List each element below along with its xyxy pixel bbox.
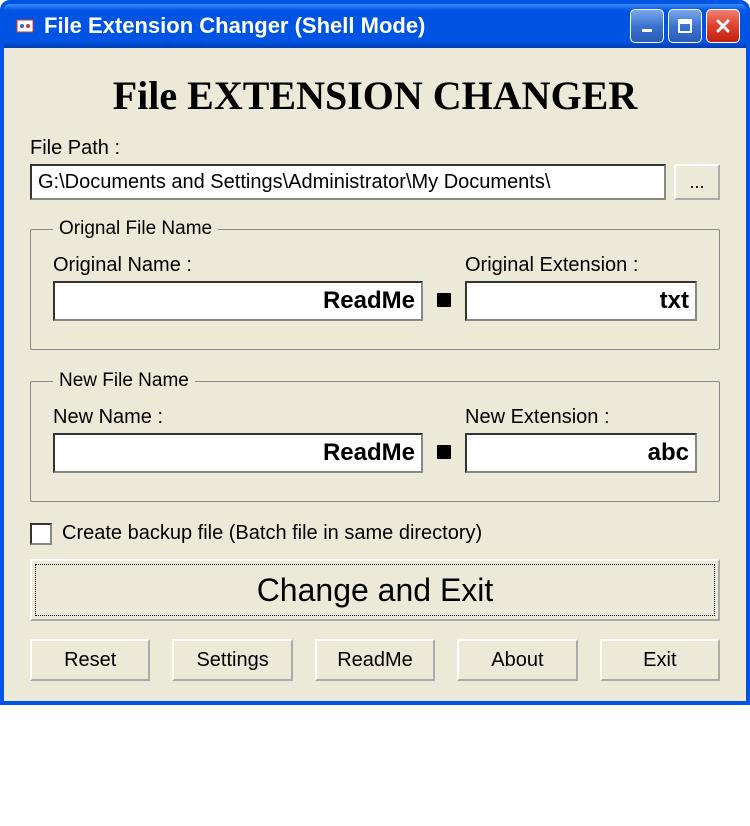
original-legend: Orignal File Name: [53, 218, 218, 240]
new-ext-label: New Extension :: [465, 406, 697, 429]
file-path-label: File Path :: [30, 137, 720, 160]
client-area: File EXTENSION CHANGER File Path : ... O…: [4, 48, 746, 701]
file-path-row: ...: [30, 164, 720, 200]
backup-row: Create backup file (Batch file in same d…: [30, 522, 720, 545]
backup-checkbox[interactable]: [30, 523, 52, 545]
change-and-exit-button[interactable]: Change and Exit: [30, 559, 720, 621]
settings-button[interactable]: Settings: [172, 639, 292, 681]
dot-separator-icon: [437, 293, 451, 307]
new-name-label: New Name :: [53, 406, 423, 429]
reset-button[interactable]: Reset: [30, 639, 150, 681]
bottom-button-row: Reset Settings ReadMe About Exit: [30, 639, 720, 681]
exit-button[interactable]: Exit: [600, 639, 720, 681]
close-button[interactable]: [706, 9, 740, 43]
titlebar: File Extension Changer (Shell Mode): [4, 4, 746, 48]
original-name-label: Original Name :: [53, 254, 423, 277]
new-ext-input[interactable]: [465, 433, 697, 473]
window-title: File Extension Changer (Shell Mode): [44, 13, 630, 39]
new-name-input[interactable]: [53, 433, 423, 473]
new-file-group: New File Name New Name : New Extension :: [30, 370, 720, 502]
dot-separator-icon: [437, 445, 451, 459]
readme-button[interactable]: ReadMe: [315, 639, 435, 681]
about-button[interactable]: About: [457, 639, 577, 681]
new-legend: New File Name: [53, 370, 195, 392]
window-controls: [630, 9, 740, 43]
app-icon: [14, 15, 36, 37]
minimize-button[interactable]: [630, 9, 664, 43]
original-name-input[interactable]: [53, 281, 423, 321]
backup-label: Create backup file (Batch file in same d…: [62, 522, 482, 545]
maximize-button[interactable]: [668, 9, 702, 43]
app-window: File Extension Changer (Shell Mode) File…: [0, 0, 750, 705]
browse-button[interactable]: ...: [674, 164, 720, 200]
original-ext-input[interactable]: [465, 281, 697, 321]
original-ext-label: Original Extension :: [465, 254, 697, 277]
original-file-group: Orignal File Name Original Name : Origin…: [30, 218, 720, 350]
file-path-input[interactable]: [30, 164, 666, 200]
app-title: File EXTENSION CHANGER: [30, 72, 720, 119]
